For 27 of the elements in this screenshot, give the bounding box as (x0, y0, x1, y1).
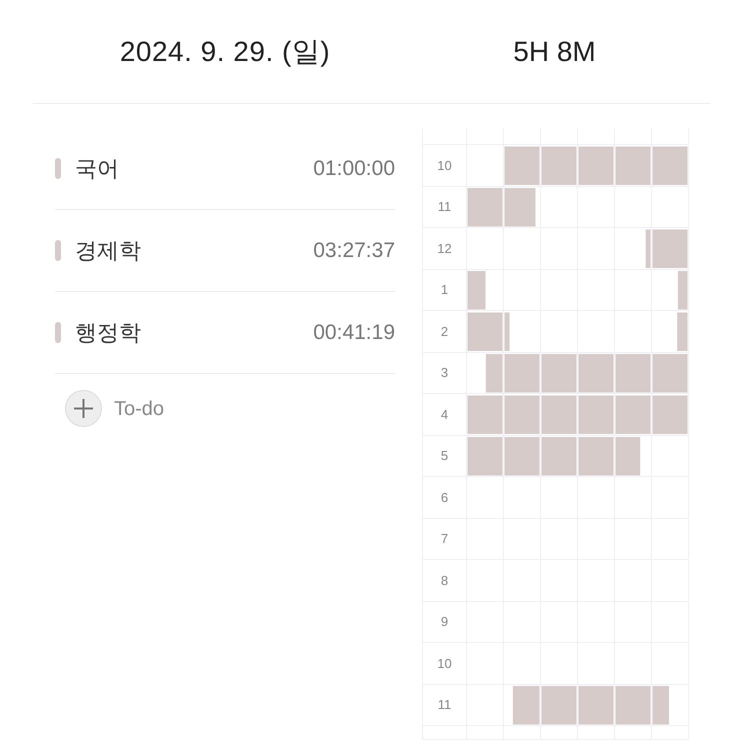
hour-label: 12 (437, 240, 452, 258)
hour-label: 1 (440, 281, 448, 299)
date-title: 2024. 9. 29. (일) (120, 35, 330, 69)
hour-label: 10 (437, 156, 452, 174)
hour-label: 7 (440, 530, 448, 548)
subject-name[interactable]: 행정학 (75, 316, 141, 349)
subject-name[interactable]: 경제학 (75, 234, 141, 267)
total-time: 5H 8M (513, 34, 596, 68)
subject-time: 01:00:00 (313, 156, 395, 182)
hour-label: 6 (440, 488, 448, 506)
hour-label: 11 (438, 198, 452, 216)
hour-label: 4 (440, 406, 448, 424)
add-todo-button[interactable]: To-do (65, 390, 164, 427)
plus-icon (65, 390, 102, 427)
subject-color-bar (55, 240, 61, 261)
subject-name[interactable]: 국어 (75, 152, 119, 185)
subject-time: 00:41:19 (313, 320, 395, 346)
hour-label: 2 (440, 322, 448, 340)
subject-color-bar (55, 158, 61, 179)
hour-label: 11 (438, 696, 452, 714)
hour-label: 10 (437, 654, 452, 672)
hour-label: 9 (440, 613, 448, 631)
hour-label: 5 (440, 447, 448, 465)
subject-color-bar (55, 322, 61, 343)
hour-label: 3 (440, 364, 448, 382)
hour-label: 8 (440, 572, 448, 590)
subject-time: 03:27:37 (313, 238, 395, 264)
